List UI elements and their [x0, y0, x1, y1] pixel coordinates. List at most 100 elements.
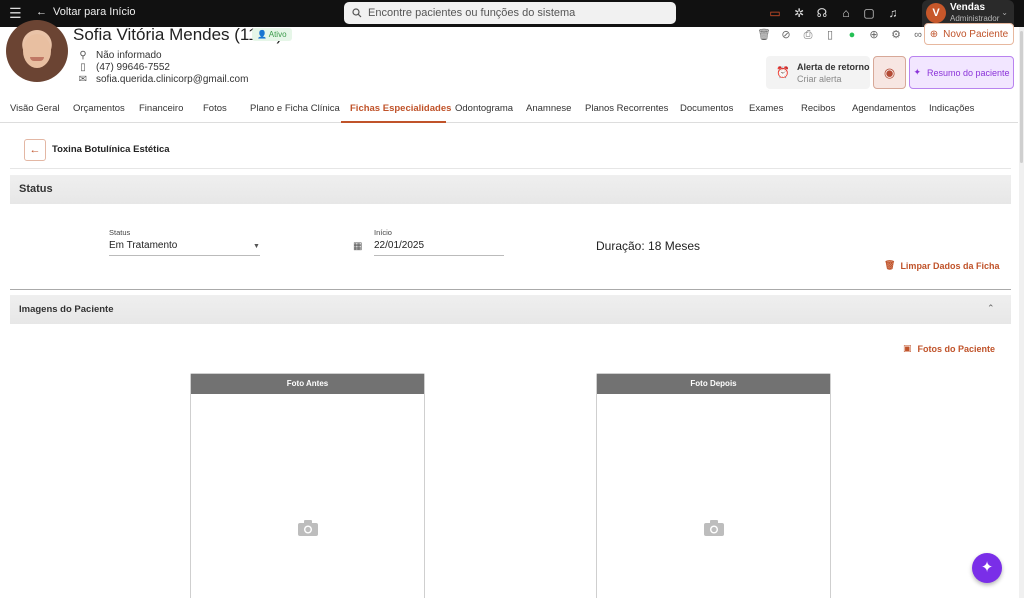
tab-recibos[interactable]: Recibos [801, 103, 835, 114]
plus-circle-icon: ⊕ [929, 28, 939, 40]
active-tab-indicator [341, 121, 446, 123]
back-label: Voltar para Início [53, 6, 136, 18]
tab-agendamentos[interactable]: Agendamentos [852, 103, 916, 114]
hamburger-menu-icon[interactable]: ☰ [9, 6, 22, 20]
patient-photos-label: Fotos do Paciente [917, 343, 996, 354]
status-field-label: Status [109, 228, 131, 237]
chat-icon[interactable]: ▢ [862, 6, 876, 20]
tab-anamnese[interactable]: Anamnese [526, 103, 571, 114]
patient-summary-label: Resumo do paciente [926, 67, 1010, 78]
calendar-icon[interactable]: ▦ [353, 241, 362, 252]
inicio-field-underline [374, 255, 504, 256]
patient-action-icons: 🗑 ⊘ ⎙ ▯ ● ⊕ ⚙ ∞ [757, 28, 925, 42]
back-button[interactable]: ← [24, 139, 46, 161]
tab-visao-geral[interactable]: Visão Geral [10, 103, 59, 114]
new-patient-label: Novo Paciente [943, 28, 1009, 40]
tab-exames[interactable]: Exames [749, 103, 783, 114]
return-alert-button[interactable]: ⏰ Alerta de retorno Criar alerta [766, 56, 870, 89]
ficha-title: Toxina Botulínica Estética [52, 144, 170, 155]
patient-email: ✉ sofia.querida.clinicorp@gmail.com [78, 74, 249, 85]
sparkle-icon: ✦ [913, 67, 921, 77]
user-role: Administrador [950, 14, 1000, 23]
new-patient-button[interactable]: ⊕ Novo Paciente [924, 23, 1014, 45]
bell-icon[interactable]: ♫ [886, 6, 900, 20]
camera-icon[interactable] [703, 519, 725, 537]
status-badge-label: Ativo [268, 30, 287, 39]
inicio-date-input[interactable]: 22/01/2025 [374, 240, 424, 251]
megaphone-icon[interactable]: ⌂ [839, 6, 853, 20]
return-alert-subtitle: Criar alerta [797, 74, 842, 84]
patient-tabs: Visão Geral Orçamentos Financeiro Fotos … [0, 95, 1018, 123]
chevron-up-icon[interactable]: ⌃ [987, 303, 995, 314]
inicio-field-label: Início [374, 228, 392, 237]
status-field-underline [109, 255, 260, 256]
caret-down-icon[interactable]: ▼ [253, 243, 260, 250]
patient-name: Sofia Vitória Mendes (1120) [73, 25, 283, 44]
page-scrollbar[interactable] [1019, 27, 1024, 598]
status-section-header: Status [10, 175, 1011, 204]
clear-ficha-button[interactable]: 🗑 Limpar Dados da Ficha [884, 260, 999, 271]
global-search-input[interactable]: Encontre pacientes ou funções do sistema [344, 2, 676, 24]
back-to-home-link[interactable]: ← Voltar para Início [36, 6, 136, 18]
globe-icon[interactable]: ⊕ [867, 28, 881, 42]
patient-address: ⚲ Não informado [78, 50, 162, 61]
arrow-left-icon: ← [36, 6, 47, 18]
patient-summary-button[interactable]: ✦ Resumo do paciente [909, 56, 1014, 89]
photo-after-header: Foto Depois [597, 374, 830, 394]
gear-icon[interactable]: ⚙ [889, 28, 903, 42]
user-avatar: V [926, 3, 946, 23]
tab-financeiro[interactable]: Financeiro [139, 103, 183, 114]
chevron-down-icon: ⌄ [1001, 8, 1008, 17]
images-section-header[interactable]: Imagens do Paciente ⌃ [10, 295, 1011, 324]
user-name: Vendas [950, 2, 986, 13]
tab-indicacoes[interactable]: Indicações [929, 103, 974, 114]
tab-odontograma[interactable]: Odontograma [455, 103, 513, 114]
patient-photo[interactable] [6, 20, 68, 82]
tab-fichas-especialidades[interactable]: Fichas Especialidades [350, 103, 451, 114]
whatsapp-icon[interactable]: ● [845, 28, 859, 42]
images-section-title: Imagens do Paciente [19, 304, 114, 315]
photo-smile [30, 57, 44, 61]
tab-fotos[interactable]: Fotos [203, 103, 227, 114]
mobile-icon[interactable]: ▯ [823, 28, 837, 42]
clear-ficha-label: Limpar Dados da Ficha [900, 260, 1000, 271]
location-icon: ⚲ [79, 50, 87, 61]
status-badge: 👤 Ativo [252, 28, 292, 41]
tab-documentos[interactable]: Documentos [680, 103, 733, 114]
scrollbar-thumb[interactable] [1020, 31, 1023, 163]
trash-icon[interactable]: 🗑 [757, 28, 771, 42]
top-bar: ☰ ← Voltar para Início Encontre paciente… [0, 0, 1024, 27]
photo-before-header: Foto Antes [191, 374, 424, 394]
tab-planos-recorrentes[interactable]: Planos Recorrentes [585, 103, 668, 114]
photo-before-card[interactable]: Foto Antes [190, 373, 425, 598]
search-placeholder: Encontre pacientes ou funções do sistema [368, 7, 576, 19]
tab-orcamentos[interactable]: Orçamentos [73, 103, 125, 114]
trash-icon: 🗑 [884, 260, 896, 270]
return-alert-title: Alerta de retorno [797, 62, 870, 72]
headset-icon[interactable]: ☊ [815, 6, 829, 20]
section-divider [10, 289, 1011, 290]
duracao-text: Duração: 18 Meses [596, 239, 701, 253]
sparkle-icon: ✦ [980, 559, 994, 576]
address-text: Não informado [96, 50, 162, 61]
search-icon [352, 8, 362, 18]
video-call-icon[interactable]: ▭ [768, 6, 782, 20]
sparkle-icon[interactable]: ✲ [792, 6, 806, 20]
patient-phone: ▯ (47) 99646-7552 [78, 62, 170, 73]
print-icon[interactable]: ⎙ [801, 28, 815, 42]
phone-icon: ▯ [80, 62, 86, 73]
link-icon[interactable]: ∞ [911, 28, 925, 42]
status-select[interactable]: Em Tratamento [109, 240, 177, 251]
eye-icon[interactable]: ◉ [873, 56, 906, 89]
tab-plano-ficha-clinica[interactable]: Plano e Ficha Clínica [250, 103, 340, 114]
photo-face [23, 34, 51, 68]
arrow-left-icon: ← [29, 144, 41, 156]
camera-icon[interactable] [297, 519, 319, 537]
photo-after-card[interactable]: Foto Depois [596, 373, 831, 598]
ai-assistant-button[interactable]: ✦ [972, 553, 1002, 583]
email-text: sofia.querida.clinicorp@gmail.com [96, 74, 249, 85]
patient-photos-link[interactable]: ▣ Fotos do Paciente [903, 343, 995, 354]
status-section-title: Status [19, 183, 53, 195]
block-icon[interactable]: ⊘ [779, 28, 793, 42]
phone-text: (47) 99646-7552 [96, 62, 170, 73]
